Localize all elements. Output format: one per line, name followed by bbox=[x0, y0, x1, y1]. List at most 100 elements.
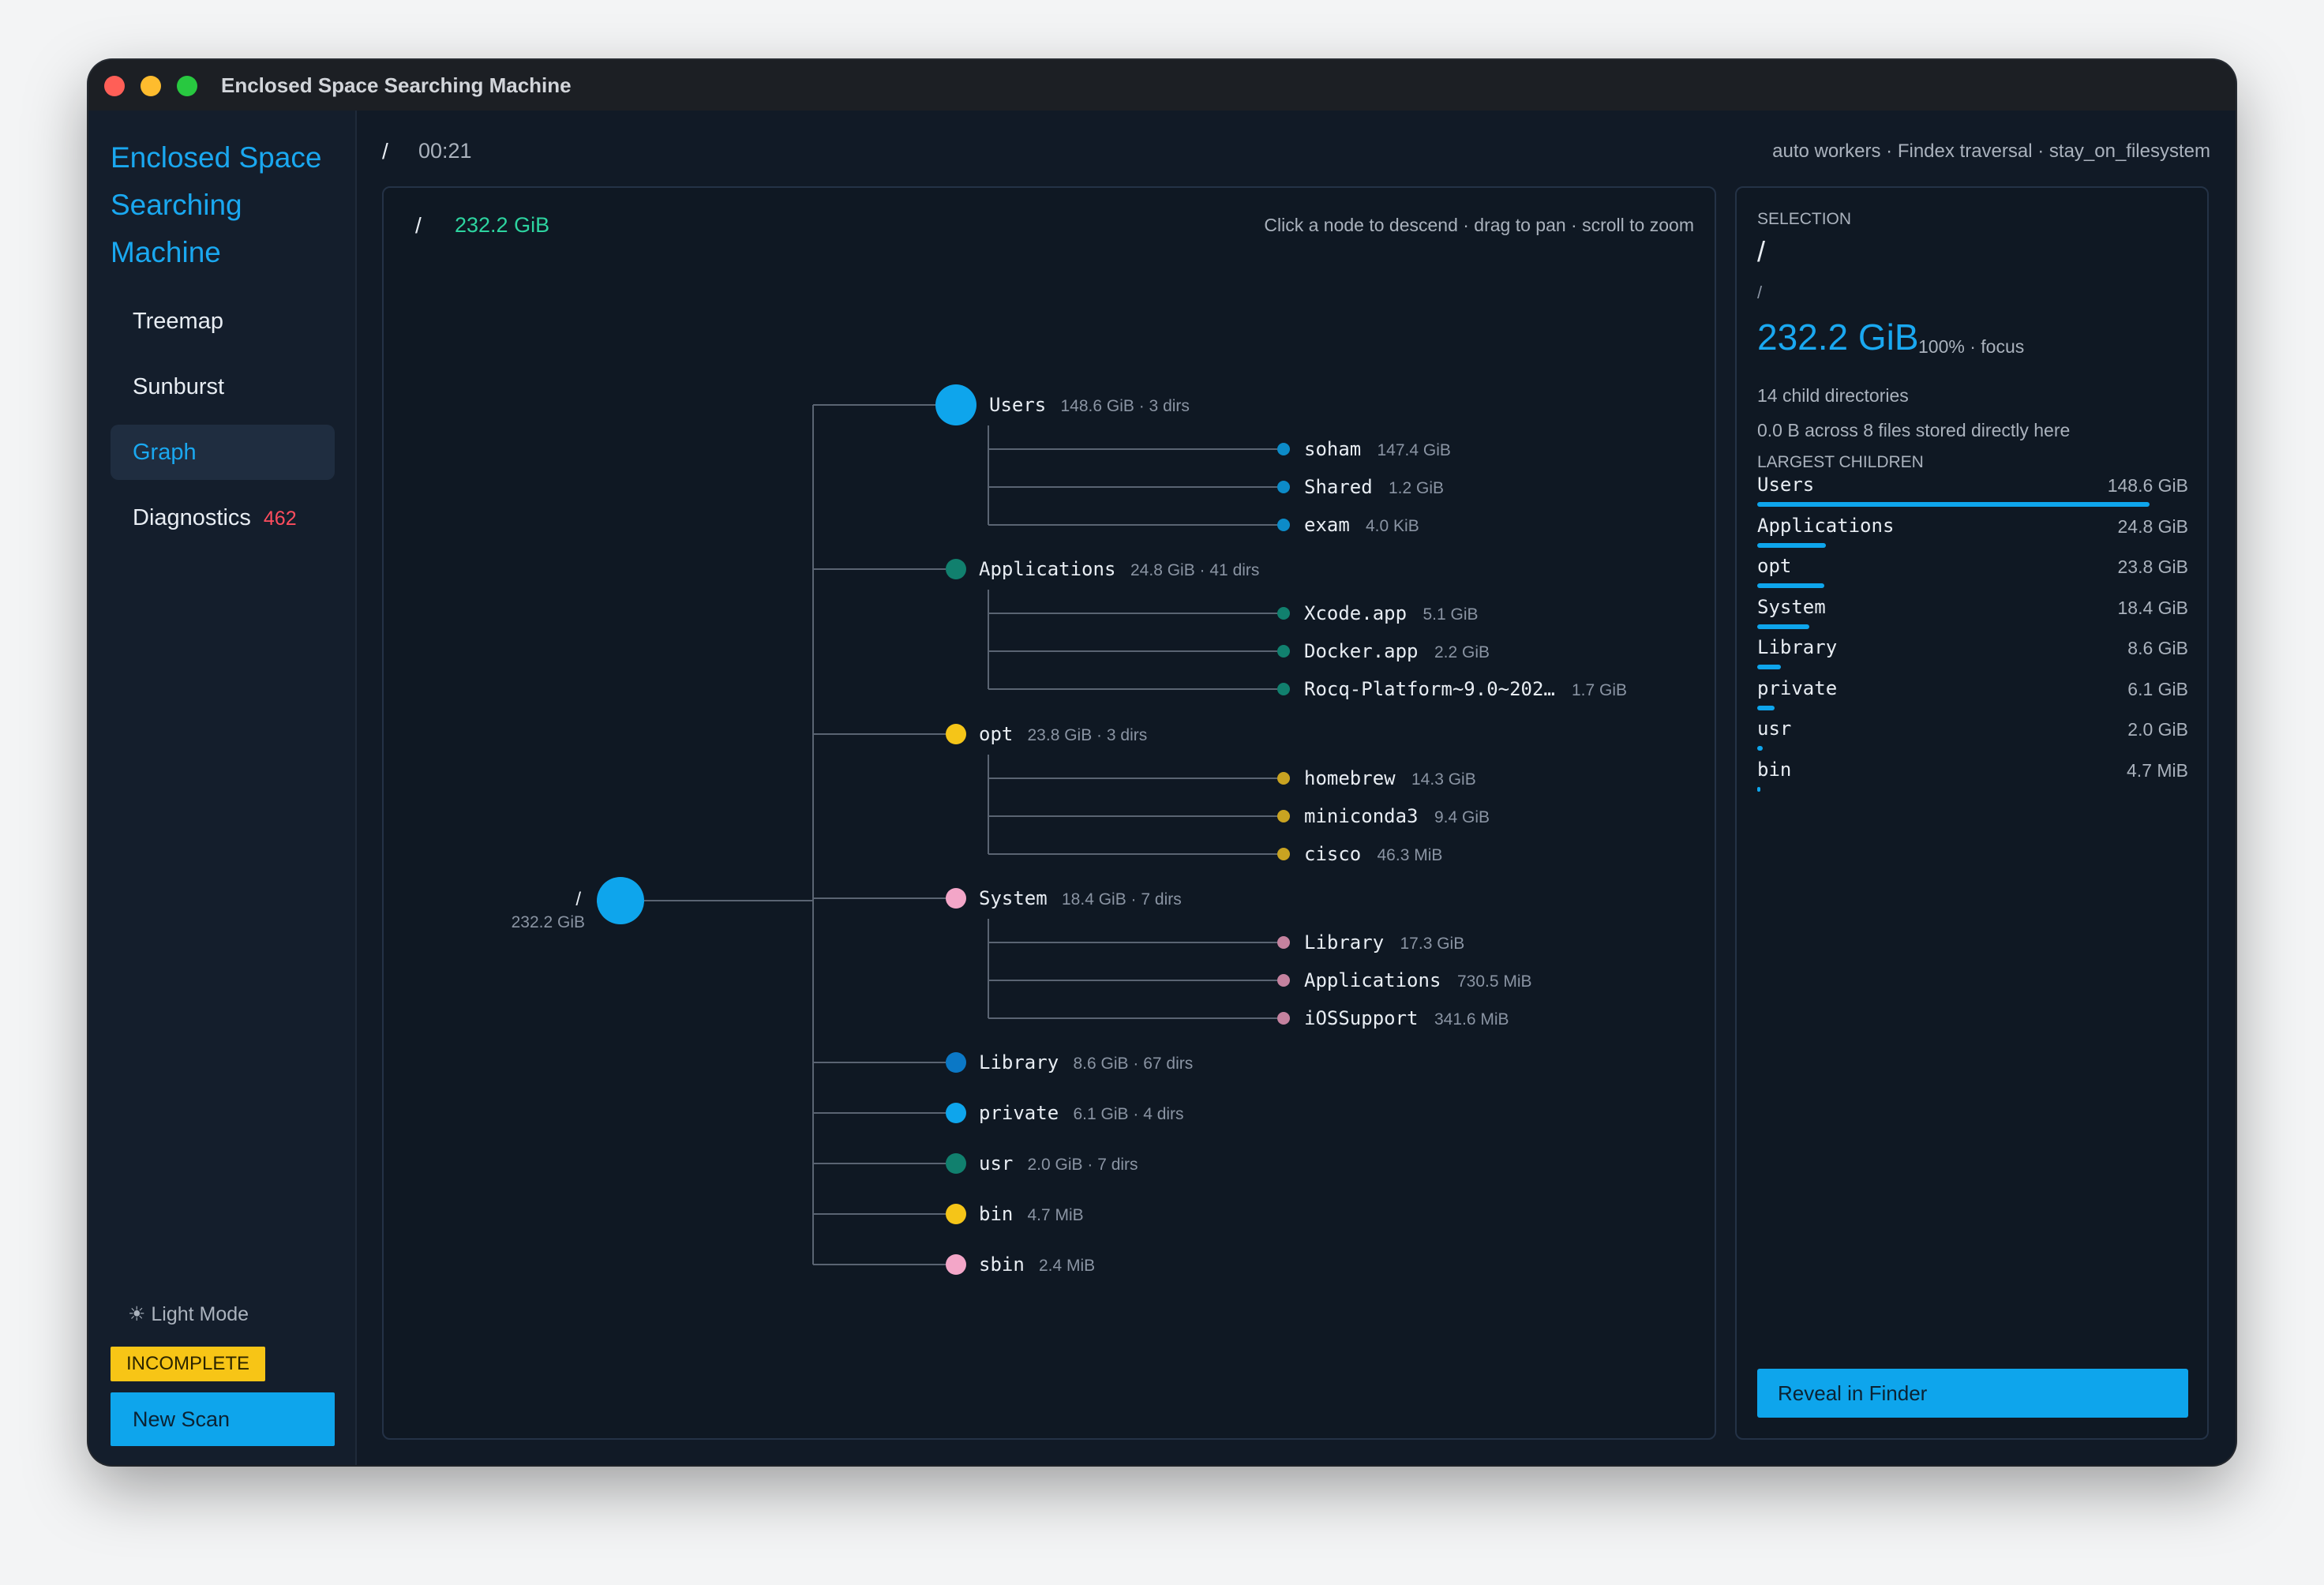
subdir-node[interactable] bbox=[1277, 481, 1290, 493]
largest-child-size: 148.6 GiB bbox=[2107, 475, 2188, 496]
dir-node-opt[interactable] bbox=[946, 724, 966, 744]
dir-node-meta: 2.0 GiB · 7 dirs bbox=[1028, 1156, 1138, 1174]
subdir-size: 147.4 GiB bbox=[1378, 441, 1451, 459]
selection-path: / bbox=[1757, 283, 1763, 302]
dir-node-sbin[interactable] bbox=[946, 1254, 966, 1275]
dir-node-meta: 4.7 MiB bbox=[1028, 1206, 1084, 1224]
subdir-name: homebrew bbox=[1304, 767, 1396, 789]
subdir-node[interactable] bbox=[1277, 443, 1290, 455]
light-mode-toggle[interactable]: ☀ Light Mode bbox=[128, 1302, 249, 1326]
largest-child-size: 8.6 GiB bbox=[2127, 638, 2188, 658]
dir-node-meta: 6.1 GiB · 4 dirs bbox=[1074, 1105, 1184, 1123]
dir-node-private[interactable] bbox=[946, 1103, 966, 1123]
close-window-button[interactable] bbox=[104, 76, 125, 96]
subdir-name: cisco bbox=[1304, 843, 1361, 865]
largest-child-row[interactable]: bin 4.7 MiB bbox=[1757, 759, 2188, 798]
app-window: Enclosed Space Searching Machine Enclose… bbox=[88, 60, 2236, 1465]
largest-child-size: 24.8 GiB bbox=[2117, 515, 2189, 537]
dir-node-users[interactable] bbox=[935, 384, 976, 425]
dir-node-usr[interactable] bbox=[946, 1153, 966, 1174]
dir-node-library[interactable] bbox=[946, 1052, 966, 1073]
largest-child-size-bar bbox=[1757, 542, 1826, 548]
largest-child-size: 18.4 GiB bbox=[2117, 597, 2189, 618]
dir-node-name: usr bbox=[979, 1152, 1013, 1175]
direct-files-summary: 0.0 B across 8 files stored directly her… bbox=[1757, 420, 2071, 440]
nav-treemap[interactable]: Treemap bbox=[111, 294, 335, 349]
selection-size: 232.2 GiB bbox=[1757, 317, 1919, 358]
dir-node-name: Applications bbox=[979, 558, 1115, 580]
subdir-size: 4.0 KiB bbox=[1366, 517, 1419, 535]
dir-node-name: System bbox=[979, 887, 1048, 909]
subdir-node[interactable] bbox=[1277, 607, 1290, 620]
nav-sunburst[interactable]: Sunburst bbox=[111, 359, 335, 414]
largest-child-size: 23.8 GiB bbox=[2117, 556, 2189, 577]
dir-node-system[interactable] bbox=[946, 888, 966, 909]
zoom-window-button[interactable] bbox=[177, 76, 197, 96]
largest-child-row[interactable]: opt 23.8 GiB bbox=[1757, 555, 2188, 594]
largest-child-name: private bbox=[1757, 676, 1838, 699]
subdir-name: Docker.app bbox=[1304, 640, 1419, 662]
largest-child-row[interactable]: private 6.1 GiB bbox=[1757, 677, 2188, 717]
subdir-name: miniconda3 bbox=[1304, 805, 1419, 827]
subdir-name: soham bbox=[1304, 438, 1361, 460]
largest-child-row[interactable]: Applications 24.8 GiB bbox=[1757, 515, 2188, 554]
dir-node-applications[interactable] bbox=[946, 559, 966, 579]
largest-child-size-bar bbox=[1757, 624, 1809, 629]
subdir-node[interactable] bbox=[1277, 848, 1290, 860]
scan-settings-info: auto workers · Findex traversal · stay_o… bbox=[1772, 141, 2210, 162]
sidebar: Enclosed Space Searching Machine Treemap… bbox=[88, 111, 357, 1465]
largest-child-size: 4.7 MiB bbox=[2127, 759, 2188, 781]
subdir-node[interactable] bbox=[1277, 974, 1290, 987]
minimize-window-button[interactable] bbox=[141, 76, 161, 96]
subdir-name: Rocq-Platform~9.0~202… bbox=[1304, 678, 1555, 700]
largest-child-name: opt bbox=[1757, 555, 1792, 577]
dir-node-name: Library bbox=[979, 1051, 1059, 1074]
largest-child-size-bar bbox=[1757, 746, 1763, 751]
nav-treemap-label: Treemap bbox=[133, 309, 223, 334]
subdir-node[interactable] bbox=[1277, 1012, 1290, 1025]
subdir-name: exam bbox=[1304, 514, 1350, 536]
subdir-node[interactable] bbox=[1277, 810, 1290, 822]
app-name: Enclosed Space Searching Machine bbox=[111, 141, 322, 268]
elapsed-time: 00:21 bbox=[418, 139, 472, 163]
largest-child-size-bar bbox=[1757, 705, 1775, 710]
largest-child-name: bin bbox=[1757, 758, 1792, 781]
largest-child-name: Users bbox=[1757, 474, 1815, 496]
title-bar: Enclosed Space Searching Machine bbox=[88, 60, 2236, 111]
subdir-size: 1.7 GiB bbox=[1572, 681, 1627, 699]
dir-node-meta: 24.8 GiB · 41 dirs bbox=[1130, 561, 1259, 579]
nav-graph[interactable]: Graph bbox=[111, 425, 335, 480]
subdir-node[interactable] bbox=[1277, 683, 1290, 695]
subdir-node[interactable] bbox=[1277, 772, 1290, 785]
window-title: Enclosed Space Searching Machine bbox=[221, 73, 572, 97]
largest-children-label: LARGEST CHILDREN bbox=[1757, 453, 1924, 471]
subdir-name: Applications bbox=[1304, 969, 1441, 991]
subdir-node[interactable] bbox=[1277, 936, 1290, 949]
new-scan-button[interactable]: New Scan bbox=[111, 1392, 335, 1446]
subdir-name: iOSSupport bbox=[1304, 1007, 1419, 1029]
subdir-name: Xcode.app bbox=[1304, 602, 1407, 624]
graph-panel[interactable]: / 232.2 GiB Click a node to descend · dr… bbox=[382, 186, 1716, 1440]
root-node[interactable] bbox=[597, 877, 644, 924]
largest-child-row[interactable]: Users 148.6 GiB bbox=[1757, 474, 2188, 513]
dir-node-name: Users bbox=[989, 394, 1046, 416]
nav-diagnostics[interactable]: Diagnostics 462 bbox=[111, 490, 335, 545]
nav-sunburst-label: Sunburst bbox=[133, 374, 225, 399]
dir-node-name: sbin bbox=[979, 1253, 1025, 1276]
largest-child-row[interactable]: System 18.4 GiB bbox=[1757, 596, 2188, 635]
selection-panel: SELECTION / / 232.2 GiB 100% · focus 14 … bbox=[1735, 186, 2209, 1440]
subdir-node[interactable] bbox=[1277, 645, 1290, 658]
largest-child-row[interactable]: usr 2.0 GiB bbox=[1757, 718, 2188, 757]
largest-child-size-bar bbox=[1757, 583, 1824, 588]
directory-graph[interactable]: / 232.2 GiB Users 148.6 GiB · 3 dirs soham 14… bbox=[384, 188, 1715, 1438]
subdir-size: 730.5 MiB bbox=[1457, 972, 1532, 991]
largest-child-row[interactable]: Library 8.6 GiB bbox=[1757, 636, 2188, 676]
largest-child-name: usr bbox=[1757, 718, 1792, 740]
selection-percent: 100% · focus bbox=[1918, 336, 2025, 357]
subdir-node[interactable] bbox=[1277, 519, 1290, 531]
nav-diagnostics-label: Diagnostics bbox=[133, 505, 251, 530]
dir-node-meta: 8.6 GiB · 67 dirs bbox=[1074, 1055, 1194, 1073]
reveal-in-finder-button[interactable]: Reveal in Finder bbox=[1757, 1369, 2188, 1418]
dir-node-bin[interactable] bbox=[946, 1204, 966, 1224]
subdir-size: 14.3 GiB bbox=[1411, 770, 1476, 789]
